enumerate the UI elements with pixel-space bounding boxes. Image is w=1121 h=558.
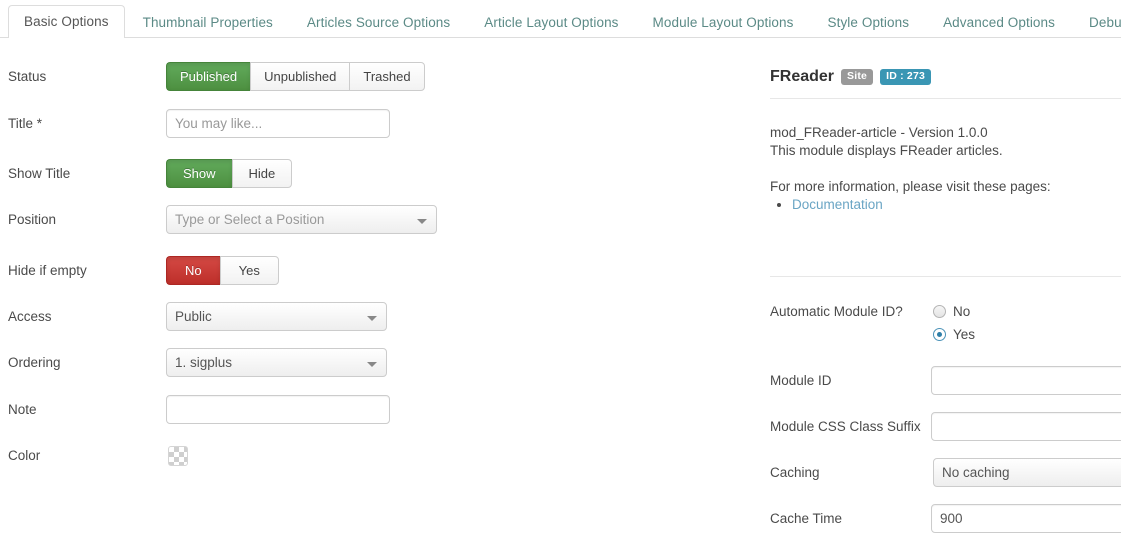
cache-time-input[interactable] <box>931 504 1121 533</box>
access-select-value: Public <box>175 309 212 324</box>
tab-label: Article Layout Options <box>484 15 618 30</box>
basic-options-form: Status Published Unpublished Trashed Tit… <box>0 38 745 558</box>
position-select-value: Type or Select a Position <box>175 212 324 227</box>
module-css-class-suffix-input[interactable] <box>931 412 1121 441</box>
automatic-module-id-option-yes[interactable]: Yes <box>933 327 975 342</box>
field-row-note: Note <box>0 395 745 429</box>
chevron-down-icon <box>417 219 427 224</box>
label-module-css-class-suffix: Module CSS Class Suffix <box>770 419 921 434</box>
title-input[interactable] <box>166 109 390 138</box>
list-item: Documentation <box>792 196 883 214</box>
module-name: FReader <box>770 68 834 86</box>
tab-debug-options[interactable]: Debug Options <box>1073 6 1121 38</box>
tab-label: Module Layout Options <box>653 15 794 30</box>
module-more-info-line: For more information, please visit these… <box>770 178 1051 196</box>
status-option-published[interactable]: Published <box>166 62 250 91</box>
label-cache-time: Cache Time <box>770 511 842 526</box>
radio-icon-selected <box>933 328 946 341</box>
show-title-button-group: Show Hide <box>166 159 292 188</box>
status-button-group: Published Unpublished Trashed <box>166 62 425 91</box>
label-ordering: Ordering <box>8 355 61 370</box>
status-badge-module-id: ID : 273 <box>880 69 931 85</box>
show-title-option-show[interactable]: Show <box>166 159 232 188</box>
label-caching: Caching <box>770 465 820 480</box>
label-note: Note <box>8 402 37 417</box>
radio-label: No <box>953 304 970 319</box>
tab-articles-source-options[interactable]: Articles Source Options <box>291 6 466 38</box>
label-hide-if-empty: Hide if empty <box>8 263 87 278</box>
module-id-input[interactable] <box>931 366 1121 395</box>
caching-select-value: No caching <box>942 465 1010 480</box>
hide-if-empty-option-no[interactable]: No <box>166 256 220 285</box>
radio-icon <box>933 305 946 318</box>
label-status: Status <box>8 69 46 84</box>
documentation-link[interactable]: Documentation <box>792 197 883 212</box>
field-row-title: Title * <box>0 109 745 143</box>
tab-label: Advanced Options <box>943 15 1055 30</box>
label-access: Access <box>8 309 52 324</box>
tab-thumbnail-properties[interactable]: Thumbnail Properties <box>127 6 289 38</box>
show-title-option-hide[interactable]: Hide <box>232 159 293 188</box>
label-title: Title * <box>8 116 42 131</box>
label-automatic-module-id: Automatic Module ID? <box>770 304 903 319</box>
tab-label: Debug Options <box>1089 15 1121 30</box>
label-color: Color <box>8 448 40 463</box>
module-title-block: FReader Site ID : 273 <box>770 68 931 86</box>
divider-top <box>770 98 1121 99</box>
options-tab-bar: Basic Options Thumbnail Properties Artic… <box>0 0 1121 38</box>
module-version-line: mod_FReader-article - Version 1.0.0 <box>770 124 988 142</box>
tab-module-layout-options[interactable]: Module Layout Options <box>637 6 810 38</box>
field-row-ordering: Ordering 1. sigplus <box>0 348 745 382</box>
status-badge-site: Site <box>841 69 873 85</box>
position-select[interactable]: Type or Select a Position <box>166 205 437 234</box>
automatic-module-id-option-no[interactable]: No <box>933 304 970 319</box>
divider-bottom <box>770 276 1121 277</box>
field-row-status: Status Published Unpublished Trashed <box>0 62 745 96</box>
note-input[interactable] <box>166 395 390 424</box>
tab-label: Style Options <box>827 15 909 30</box>
status-option-trashed[interactable]: Trashed <box>349 62 424 91</box>
field-row-position: Position Type or Select a Position <box>0 205 745 239</box>
tab-style-options[interactable]: Style Options <box>811 6 925 38</box>
tab-list: Basic Options Thumbnail Properties Artic… <box>8 0 1121 38</box>
tab-label: Thumbnail Properties <box>143 15 273 30</box>
label-module-id: Module ID <box>770 373 832 388</box>
module-info-panel: FReader Site ID : 273 mod_FReader-articl… <box>745 38 1121 558</box>
radio-label: Yes <box>953 327 975 342</box>
status-option-unpublished[interactable]: Unpublished <box>250 62 349 91</box>
module-links-list: Documentation <box>770 196 883 214</box>
tab-advanced-options[interactable]: Advanced Options <box>927 6 1071 38</box>
field-row-hide-if-empty: Hide if empty No Yes <box>0 256 745 290</box>
hide-if-empty-option-yes[interactable]: Yes <box>220 256 279 285</box>
module-edit-screen: Basic Options Thumbnail Properties Artic… <box>0 0 1121 558</box>
ordering-select-value: 1. sigplus <box>175 355 232 370</box>
tab-article-layout-options[interactable]: Article Layout Options <box>468 6 634 38</box>
color-swatch-button[interactable] <box>168 446 188 466</box>
hide-if-empty-button-group: No Yes <box>166 256 279 285</box>
field-row-show-title: Show Title Show Hide <box>0 159 745 193</box>
tab-label: Articles Source Options <box>307 15 450 30</box>
chevron-down-icon <box>367 316 377 321</box>
field-row-access: Access Public <box>0 302 745 336</box>
label-position: Position <box>8 212 56 227</box>
caching-select[interactable]: No caching <box>933 458 1121 487</box>
tab-label: Basic Options <box>24 14 109 29</box>
chevron-down-icon <box>367 362 377 367</box>
label-show-title: Show Title <box>8 166 70 181</box>
tab-basic-options[interactable]: Basic Options <box>8 5 125 38</box>
ordering-select[interactable]: 1. sigplus <box>166 348 387 377</box>
field-row-color: Color <box>0 441 745 475</box>
module-description-line: This module displays FReader articles. <box>770 142 1003 160</box>
access-select[interactable]: Public <box>166 302 387 331</box>
